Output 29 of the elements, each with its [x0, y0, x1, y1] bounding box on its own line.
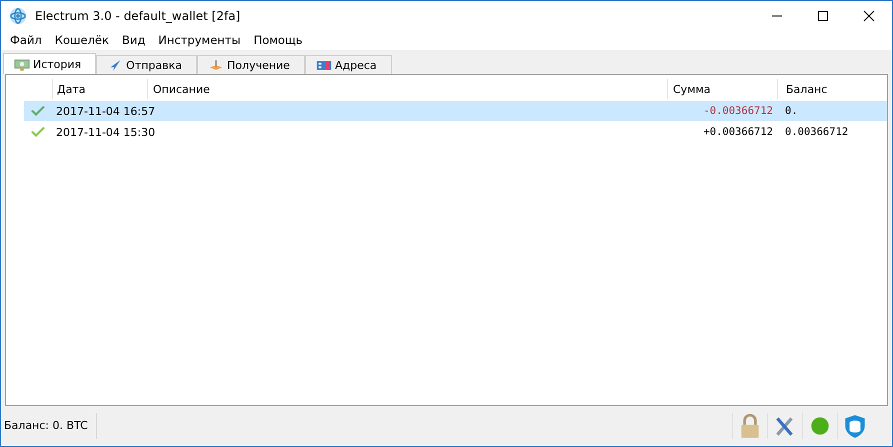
tab[interactable]: Получение — [197, 55, 305, 74]
table-cell: 2017-11-04 16:57 — [56, 104, 156, 118]
tab[interactable]: Адреса — [304, 55, 392, 74]
table-row[interactable]: 2017-11-04 16:57 -0.00366712 0. — [24, 101, 887, 121]
column-header[interactable]: Дата — [52, 79, 147, 99]
table-cell: -0.00366712 — [703, 105, 773, 117]
address-book-icon — [316, 58, 332, 72]
menu-item[interactable]: Помощь — [248, 33, 311, 47]
column-header[interactable]: Сумма — [667, 79, 777, 99]
table-cell: 0. — [785, 105, 798, 117]
checkmark-icon — [30, 105, 46, 117]
menu-item[interactable]: Вид — [116, 33, 154, 47]
table-row[interactable]: 2017-11-04 15:30 +0.00366712 0.00366712 — [6, 122, 887, 142]
balance-label: Баланс: 0. BTC — [4, 413, 97, 439]
menu-item[interactable]: Кошелёк — [50, 33, 117, 47]
tab[interactable]: Отправка — [96, 55, 198, 74]
table-cell: 2017-11-04 15:30 — [56, 126, 156, 138]
column-header[interactable]: Описание — [147, 79, 667, 99]
app-logo-icon — [9, 6, 27, 24]
window-title: Electrum 3.0 - default_wallet [2fa] — [35, 8, 240, 22]
banknote-icon — [14, 58, 30, 70]
table-cell: +0.00366712 — [703, 126, 773, 138]
checkmark-icon — [30, 126, 46, 138]
column-header[interactable]: Баланс — [777, 79, 887, 99]
table-cell: 0.00366712 — [785, 126, 848, 138]
tab[interactable]: История — [3, 53, 96, 74]
menu-item[interactable]: Инструменты — [153, 33, 249, 47]
tray-icon — [208, 58, 224, 72]
menu-item[interactable]: Файл — [5, 33, 50, 47]
